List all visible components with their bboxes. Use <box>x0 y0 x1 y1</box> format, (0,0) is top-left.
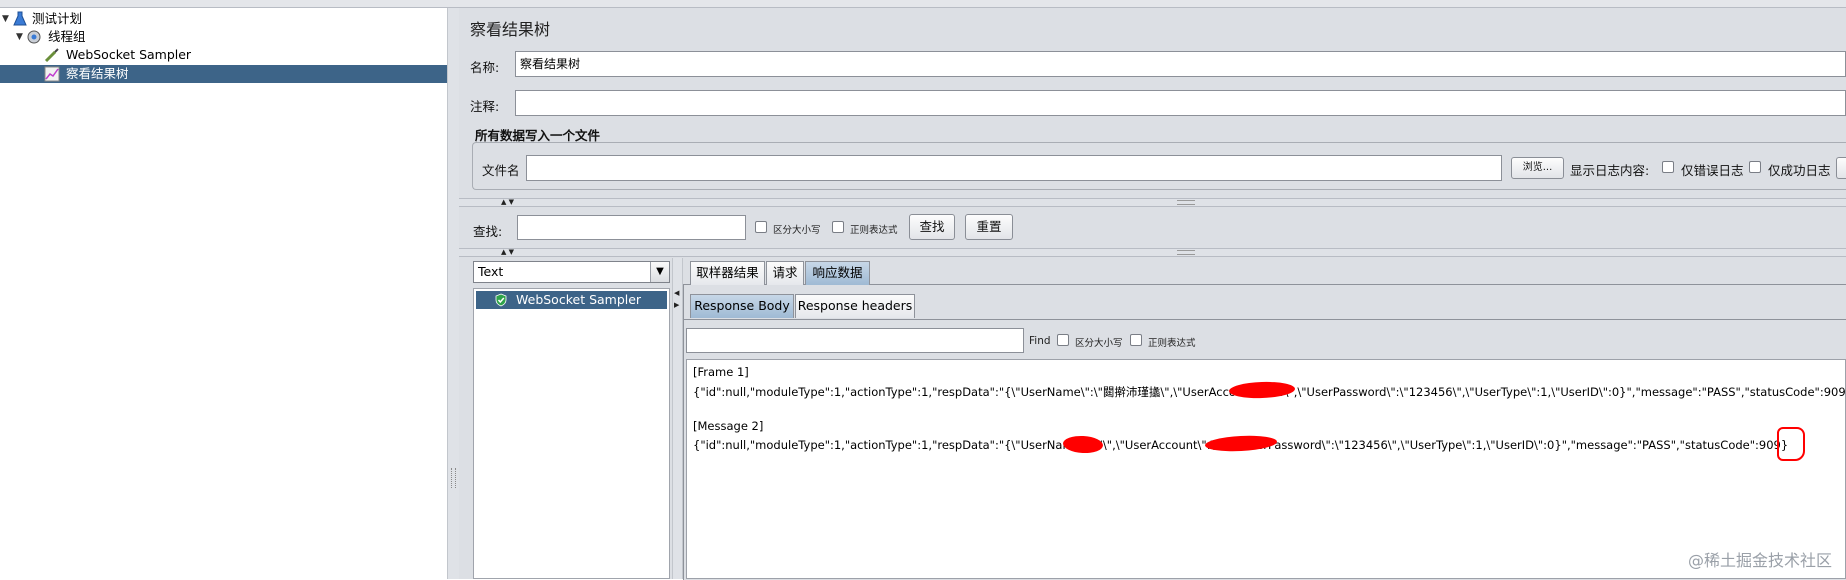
tab-response-data[interactable]: 响应数据 <box>805 261 870 285</box>
tree-item-view-results-tree[interactable]: 察看结果树 <box>0 65 447 83</box>
case-sensitive-label: 区分大小写 <box>773 225 821 236</box>
sample-result-list: WebSocket Sampler <box>473 288 670 579</box>
list-item-websocket-sampler[interactable]: WebSocket Sampler <box>476 291 667 309</box>
filename-label: 文件名 <box>482 163 520 178</box>
response-case-checkbox[interactable] <box>1057 334 1069 346</box>
configure-button[interactable] <box>1836 157 1846 179</box>
success-shield-icon <box>495 293 507 307</box>
list-item-label: WebSocket Sampler <box>516 292 642 307</box>
response-line: [Frame 1] <box>693 365 749 379</box>
tab-response-body[interactable]: Response Body <box>690 294 794 318</box>
search-input[interactable] <box>517 215 746 240</box>
horizontal-splitter[interactable]: ▲ ▼ <box>459 198 1846 207</box>
horizontal-splitter[interactable]: ▲ ▼ <box>459 248 1846 257</box>
filename-input[interactable] <box>526 155 1502 181</box>
name-label: 名称: <box>470 60 500 75</box>
gear-icon <box>27 30 41 44</box>
collapse-toggle-icon[interactable]: ▼ <box>2 10 9 28</box>
log-content-label: 显示日志内容: <box>1570 163 1650 178</box>
result-splitter[interactable]: ◀ ▶ <box>672 258 683 579</box>
regex-checkbox[interactable] <box>832 221 844 233</box>
splitter-grip[interactable] <box>451 468 456 488</box>
tree-item-label: 线程组 <box>48 29 86 44</box>
reset-button[interactable]: 重置 <box>965 214 1013 240</box>
pipette-icon <box>44 48 59 63</box>
success-only-checkbox[interactable] <box>1749 161 1761 173</box>
collapse-arrows-icon[interactable]: ▲ ▼ <box>501 249 514 256</box>
find-button[interactable]: 查找 <box>909 214 955 240</box>
tab-request[interactable]: 请求 <box>766 261 804 285</box>
browse-button[interactable]: 浏览... <box>1511 157 1564 179</box>
splitter-grip[interactable] <box>1177 200 1195 205</box>
search-label: 查找: <box>473 224 503 239</box>
flask-icon <box>13 11 27 26</box>
page-title: 察看结果树 <box>470 20 551 39</box>
collapse-arrows-icon[interactable]: ▲ ▼ <box>501 199 514 206</box>
success-only-label: 仅成功日志 <box>1768 163 1831 178</box>
test-plan-tree: ▼ 测试计划 ▼ 线程组 WebSocket Sampler 察看结果树 <box>0 8 447 579</box>
tree-item-label: 察看结果树 <box>66 66 129 81</box>
case-sensitive-checkbox[interactable] <box>755 221 767 233</box>
chart-icon <box>44 66 60 82</box>
expand-right-icon[interactable]: ▶ <box>674 302 679 309</box>
splitter-grip[interactable] <box>1177 250 1195 255</box>
tree-item-label: WebSocket Sampler <box>66 47 192 62</box>
errors-only-label: 仅错误日志 <box>1681 163 1744 178</box>
regex-label: 正则表达式 <box>850 225 898 236</box>
renderer-select[interactable]: Text ▼ <box>473 261 670 283</box>
errors-only-checkbox[interactable] <box>1662 161 1674 173</box>
response-find-input[interactable] <box>686 328 1024 353</box>
top-strip <box>0 0 1846 8</box>
tree-item-thread-group[interactable]: ▼ 线程组 <box>0 28 447 46</box>
response-case-label: 区分大小写 <box>1075 338 1123 349</box>
tree-item-websocket-sampler[interactable]: WebSocket Sampler <box>0 46 447 64</box>
tab-sampler-result[interactable]: 取样器结果 <box>690 261 765 285</box>
comment-input[interactable] <box>515 90 1846 116</box>
response-find-label: Find <box>1029 335 1051 347</box>
name-input[interactable]: 察看结果树 <box>515 51 1846 77</box>
response-regex-label: 正则表达式 <box>1148 338 1196 349</box>
tree-item-test-plan[interactable]: ▼ 测试计划 <box>0 10 447 28</box>
renderer-selected-value: Text <box>478 264 504 279</box>
highlight-circle <box>1777 427 1805 461</box>
chevron-down-icon[interactable]: ▼ <box>650 262 669 282</box>
tab-response-headers[interactable]: Response headers <box>795 294 915 318</box>
response-body-text[interactable]: [Frame 1] {"id":null,"moduleType":1,"act… <box>686 359 1846 579</box>
collapse-toggle-icon[interactable]: ▼ <box>16 28 23 46</box>
response-regex-checkbox[interactable] <box>1130 334 1142 346</box>
comment-label: 注释: <box>470 99 500 114</box>
watermark: @稀土掘金技术社区 <box>1687 551 1832 570</box>
response-line: [Message 2] <box>693 419 764 433</box>
collapse-left-icon[interactable]: ◀ <box>674 290 679 297</box>
tree-item-label: 测试计划 <box>32 11 83 26</box>
